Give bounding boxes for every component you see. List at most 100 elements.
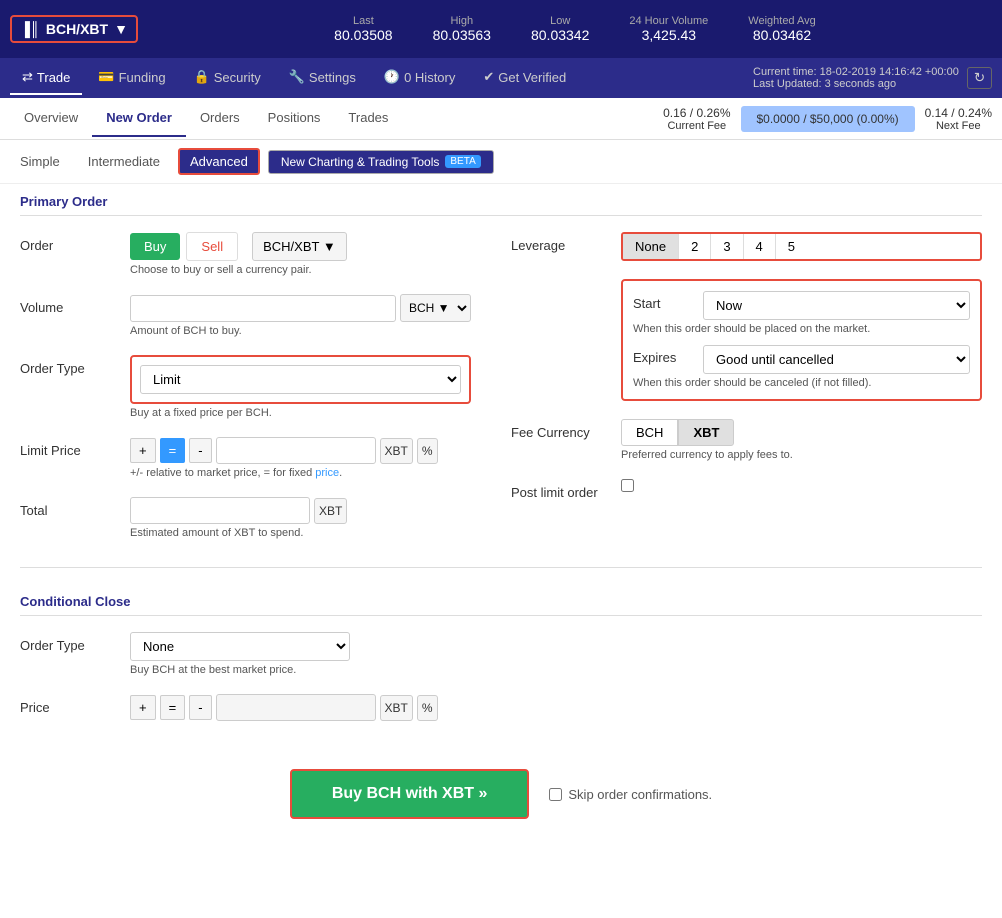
expires-select[interactable]: Good until cancelled <box>703 345 970 374</box>
primary-order-form: Order Buy Sell BCH/XBT ▼ Choose to buy o… <box>20 232 982 557</box>
cc-price-unit: XBT <box>380 695 413 721</box>
order-label: Order <box>20 232 130 253</box>
order-type-field-row: Order Type Limit Buy at a fixed price pe… <box>20 355 471 419</box>
next-fee-box: 0.14 / 0.24% Next Fee <box>925 106 992 132</box>
order-field-row: Order Buy Sell BCH/XBT ▼ Choose to buy o… <box>20 232 471 276</box>
subnav-tabs: OverviewNew OrderOrdersPositionsTrades <box>10 100 402 137</box>
ticker-dropdown-icon: ▼ <box>114 21 128 37</box>
cc-price-equals[interactable]: = <box>160 695 186 720</box>
volume-input-group: BCH ▼ <box>130 294 471 322</box>
post-limit-checkbox[interactable] <box>621 479 634 492</box>
subnav-tab-new-order[interactable]: New Order <box>92 100 186 137</box>
leverage-btn-none[interactable]: None <box>623 234 679 259</box>
skip-confirm-row: Skip order confirmations. <box>549 787 712 802</box>
leverage-group: None2345 <box>621 232 982 261</box>
fee-currency-group: BCH XBT <box>621 419 982 446</box>
fee-center: $0.0000 / $50,000 (0.00%) <box>741 106 915 132</box>
limit-price-pct: % <box>417 438 438 464</box>
limit-price-plus[interactable]: + <box>130 438 156 463</box>
stat-value: 3,425.43 <box>629 27 708 43</box>
leverage-btn-5[interactable]: 5 <box>776 234 807 259</box>
fee-currency-label: Fee Currency <box>511 419 621 440</box>
limit-price-input[interactable] <box>216 437 376 464</box>
limit-price-unit: XBT <box>380 438 413 464</box>
start-select[interactable]: Now <box>703 291 970 320</box>
limit-price-minus[interactable]: - <box>189 438 211 463</box>
subnav-tab-orders[interactable]: Orders <box>186 100 254 137</box>
nav-item-settings[interactable]: 🔧Settings <box>277 61 368 95</box>
pair-button[interactable]: BCH/XBT ▼ <box>252 232 347 261</box>
nav-icon-history: 🕐 <box>384 69 400 85</box>
nav-item-get-verified[interactable]: ✔Get Verified <box>471 61 578 95</box>
nav-icon-security: 🔒 <box>194 69 210 85</box>
sell-button[interactable]: Sell <box>186 232 238 261</box>
cc-price-input[interactable] <box>216 694 376 721</box>
tab-intermediate[interactable]: Intermediate <box>78 150 170 173</box>
cc-price-plus[interactable]: + <box>130 695 156 720</box>
start-label: Start <box>633 296 693 311</box>
cc-order-type-select[interactable]: None <box>130 632 350 661</box>
leverage-btn-2[interactable]: 2 <box>679 234 711 259</box>
main-content: Primary Order Order Buy Sell BCH/XBT ▼ C… <box>0 184 1002 849</box>
limit-price-controls: + = - XBT % <box>130 437 471 464</box>
stat-value: 80.03563 <box>433 27 491 43</box>
current-time-info: Current time: 18-02-2019 14:16:42 +00:00… <box>753 66 959 90</box>
skip-confirm-checkbox[interactable] <box>549 788 562 801</box>
cc-order-type-hint: Buy BCH at the best market price. <box>130 664 471 676</box>
cc-price-controls: + = - XBT % <box>130 694 471 721</box>
current-time-label: Current time: <box>753 66 817 78</box>
nav-item-funding[interactable]: 💳Funding <box>86 61 177 95</box>
submit-button[interactable]: Buy BCH with XBT » <box>290 769 530 819</box>
tab-simple[interactable]: Simple <box>10 150 70 173</box>
stat-item-24-hour-volume: 24 Hour Volume3,425.43 <box>629 15 708 43</box>
charting-tools-button[interactable]: New Charting & Trading Tools BETA <box>268 150 494 174</box>
nav-icon-trade: ⇄ <box>22 69 33 85</box>
total-hint: Estimated amount of XBT to spend. <box>130 527 471 539</box>
leverage-btn-4[interactable]: 4 <box>744 234 776 259</box>
submit-area: Buy BCH with XBT » Skip order confirmati… <box>20 739 982 829</box>
current-fee-label: Current Fee <box>663 120 730 132</box>
nav-label-get-verified: Get Verified <box>498 70 566 85</box>
fee-currency-bch[interactable]: BCH <box>621 419 678 446</box>
limit-price-equals[interactable]: = <box>160 438 186 463</box>
expires-hint: When this order should be canceled (if n… <box>633 377 970 389</box>
subnav-tab-overview[interactable]: Overview <box>10 100 92 137</box>
stat-label: 24 Hour Volume <box>629 15 708 27</box>
cc-price-minus[interactable]: - <box>189 695 211 720</box>
stat-value: 80.03462 <box>748 27 815 43</box>
start-hint: When this order should be placed on the … <box>633 323 970 335</box>
nav-label-trade: Trade <box>37 70 70 85</box>
fee-currency-xbt[interactable]: XBT <box>678 419 734 446</box>
nav-item-trade[interactable]: ⇄ Trade <box>10 61 82 95</box>
cc-right-column <box>501 632 982 739</box>
nav-item-security[interactable]: 🔒Security <box>182 61 273 95</box>
stat-label: Last <box>334 15 392 27</box>
total-input[interactable] <box>130 497 310 524</box>
order-type-select[interactable]: Limit <box>140 365 461 394</box>
charting-btn-text: New Charting & Trading Tools <box>281 155 440 169</box>
buy-sell-row: Buy Sell BCH/XBT ▼ <box>130 232 471 261</box>
post-limit-field-row: Post limit order <box>511 479 982 500</box>
nav-label-settings: Settings <box>309 70 356 85</box>
refresh-button[interactable]: ↻ <box>967 67 992 89</box>
section-divider <box>20 567 982 568</box>
buy-button[interactable]: Buy <box>130 233 180 260</box>
volume-input[interactable] <box>130 295 396 322</box>
fee-currency-content: BCH XBT Preferred currency to apply fees… <box>621 419 982 461</box>
ticker-symbol[interactable]: ▐║ BCH/XBT ▼ <box>10 15 138 43</box>
top-bar: ▐║ BCH/XBT ▼ Last80.03508High80.03563Low… <box>0 0 1002 58</box>
last-updated-value: 3 seconds ago <box>825 78 897 90</box>
tab-advanced[interactable]: Advanced <box>178 148 260 175</box>
nav-item-history[interactable]: 🕐0 History <box>372 61 467 95</box>
cc-price-label: Price <box>20 694 130 715</box>
total-field-row: Total XBT Estimated amount of XBT to spe… <box>20 497 471 539</box>
subnav-tab-positions[interactable]: Positions <box>254 100 335 137</box>
expires-field: Expires Good until cancelled When this o… <box>633 345 970 389</box>
leverage-btn-3[interactable]: 3 <box>711 234 743 259</box>
next-fee-value: 0.14 / 0.24% <box>925 106 992 120</box>
volume-unit-select[interactable]: BCH ▼ <box>400 294 471 322</box>
current-fee-box: 0.16 / 0.26% Current Fee <box>663 106 730 132</box>
stat-item-low: Low80.03342 <box>531 15 589 43</box>
cc-price-content: + = - XBT % <box>130 694 471 721</box>
subnav-tab-trades[interactable]: Trades <box>334 100 402 137</box>
